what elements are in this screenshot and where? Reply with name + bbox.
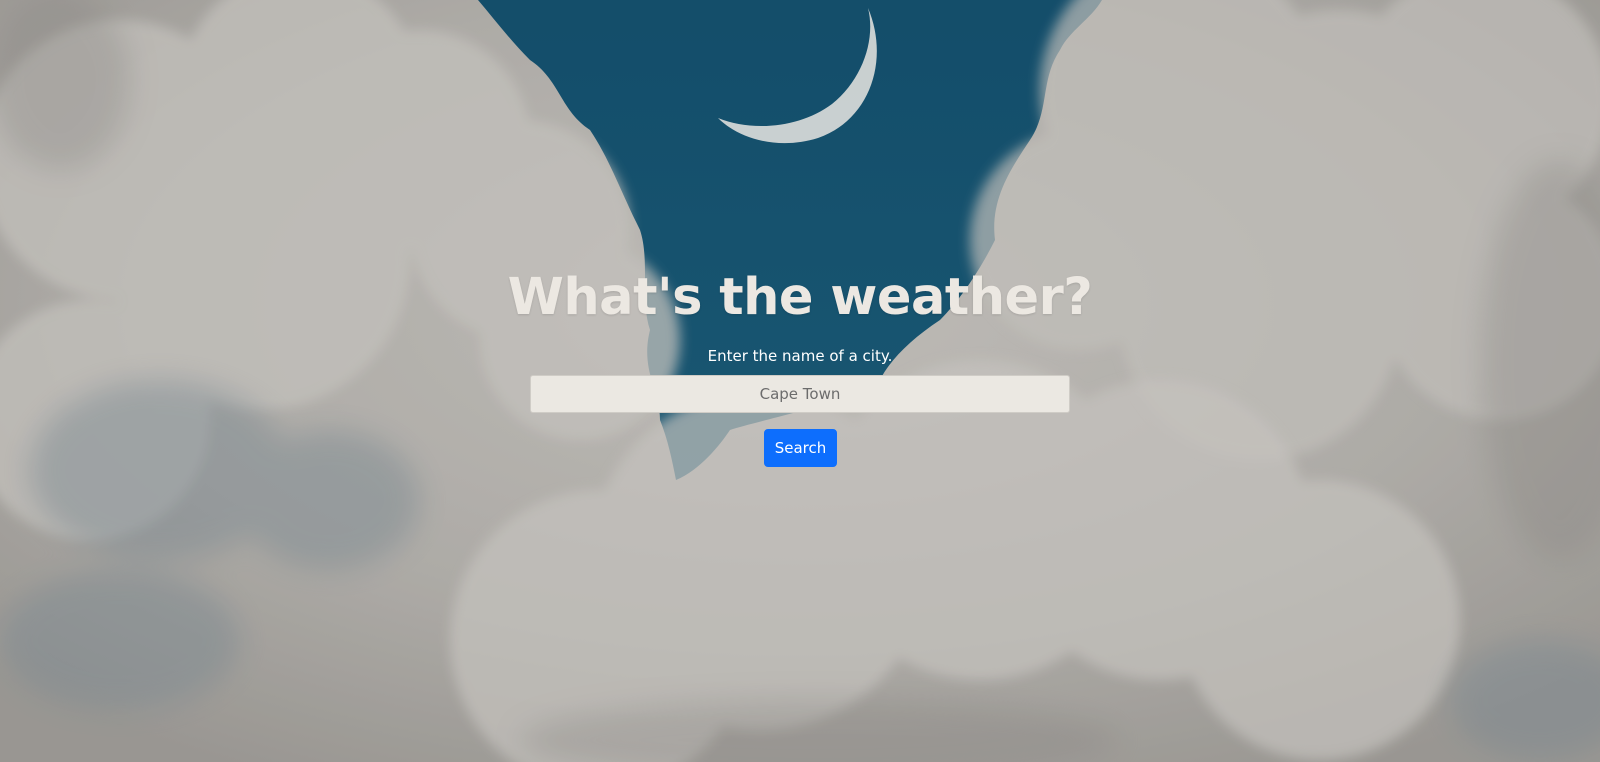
search-button[interactable]: Search [764,429,837,467]
instruction-text: Enter the name of a city. [707,347,893,365]
page-title: What's the weather? [507,268,1093,327]
city-search-input[interactable] [530,375,1070,413]
main-content: What's the weather? Enter the name of a … [0,0,1600,762]
